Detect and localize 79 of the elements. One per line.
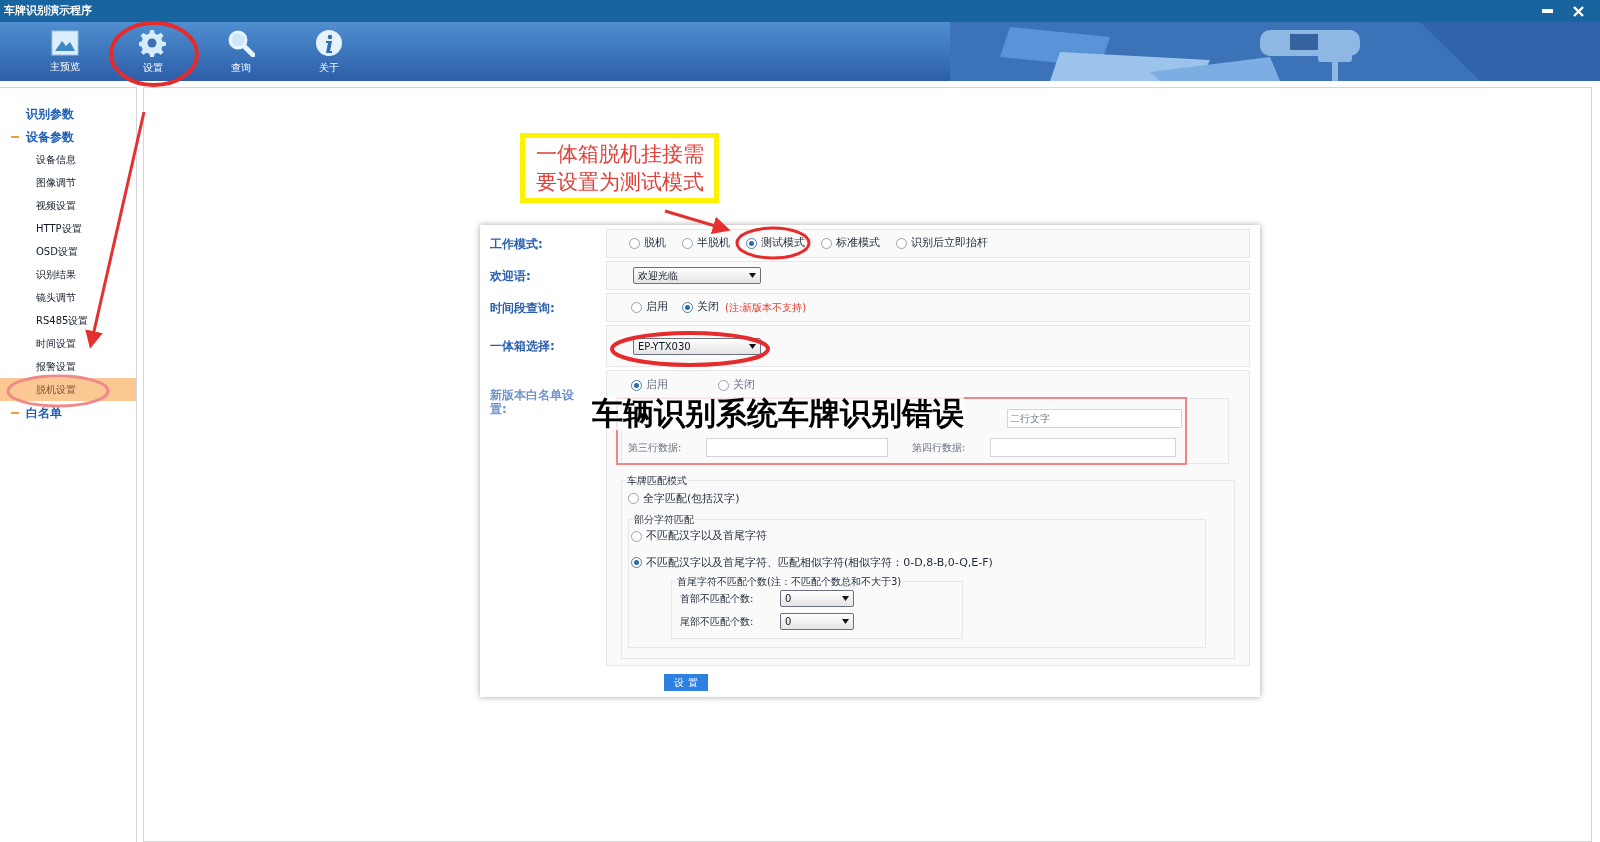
sidebar-item[interactable]: 脱机设置 [36,382,76,397]
submit-button[interactable]: 设 置 [664,674,708,691]
radio-button[interactable] [896,238,907,249]
sidebar-item[interactable]: RS485设置 [36,313,89,328]
sidebar-item[interactable]: 视频设置 [36,198,76,213]
radio-label: 半脱机 [697,235,730,252]
sidebar-item[interactable]: 设备信息 [36,152,76,167]
radio-button[interactable] [629,238,640,249]
close-icon[interactable] [1573,5,1584,17]
radio-button[interactable] [631,557,642,569]
sidebar-item[interactable]: 识别结果 [36,267,76,282]
toolbar-button[interactable]: 主预览 [30,24,100,79]
sidebar-group[interactable]: 白名单 [26,403,62,422]
window-title: 车牌识别演示程序 [4,2,92,19]
caret-icon [842,619,849,624]
sidebar-item[interactable]: 报警设置 [36,359,76,374]
radio-label: 标准模式 [836,235,880,252]
radio-button[interactable] [682,302,693,313]
toolbar-button[interactable]: 设置 [118,24,188,79]
image-icon [51,29,79,56]
group-legend: 部分字符匹配 [633,512,695,527]
radio-label: 不匹配汉字以及首尾字符、匹配相似字符(相似字符：0-D,8-B,0-Q,E-F) [646,554,993,571]
field-label: 第三行数据: [628,440,683,455]
sidebar-item[interactable]: 镜头调节 [36,290,76,305]
field-label: 时间段查询: [490,299,556,317]
dropdown[interactable]: 0 [780,613,854,630]
dropdown[interactable]: EP-YTX030 [633,337,761,355]
field-label: 尾部不匹配个数: [680,615,755,629]
search-icon [227,28,255,57]
sidebar-item[interactable]: HTTP设置 [36,221,82,236]
callout-text: 一体箱脱机挂接需 [535,141,704,168]
sidebar-item[interactable]: OSD设置 [36,244,78,259]
radio-label: 启用 [646,377,668,393]
radio-button[interactable] [682,238,693,249]
sidebar-group[interactable]: 设备参数 [26,127,74,146]
radio-button[interactable] [628,493,639,505]
radio-label: 脱机 [644,235,666,252]
radio-label: 启用 [646,299,668,316]
sidebar-item[interactable]: 图像调节 [36,175,76,190]
group-legend: 车牌匹配模式 [626,472,688,488]
collapse-icon[interactable] [11,411,19,414]
caret-icon [842,596,849,601]
text-field[interactable]: 二行文字 [1007,408,1182,428]
collapse-icon[interactable] [11,135,19,138]
radio-button[interactable] [718,379,729,391]
text-field[interactable] [706,437,888,457]
group-legend: 首尾字符不匹配个数(注：不匹配个数总和不大于3) [676,574,903,589]
radio-label: 测试模式 [761,235,805,252]
field-label: 新版本白名单设置: [490,387,575,418]
toolbar-button[interactable]: 关于 [294,24,364,79]
sidebar-item[interactable]: 时间设置 [36,336,76,351]
settings-icon [139,28,167,57]
radio-label: 全字匹配(包括汉字) [643,490,740,507]
caret-icon [749,343,756,349]
overlay-title: 车辆识别系统车牌识别错误 [592,396,964,430]
toolbar-button[interactable]: 查询 [206,24,276,79]
radio-button[interactable] [821,238,832,249]
dropdown[interactable]: 欢迎光临 [633,267,761,284]
radio-button[interactable] [631,302,642,313]
radio-label: 关闭 [733,377,755,393]
radio-button[interactable] [746,238,757,249]
sidebar-group[interactable]: 识别参数 [26,104,74,123]
radio-label: 识别后立即抬杆 [911,235,988,252]
radio-button[interactable] [631,379,642,391]
field-label: 欢迎语: [490,267,532,285]
annotation-arrow [664,209,731,235]
text-field[interactable] [990,437,1176,457]
field-label: 首部不匹配个数: [680,592,755,606]
radio-label: 关闭 [697,299,719,316]
radio-button[interactable] [631,530,642,542]
callout-text: 要设置为测试模式 [535,169,704,196]
field-label: 第四行数据: [912,440,967,455]
info-icon [315,28,343,57]
field-label: 工作模式: [490,235,544,253]
dropdown[interactable]: 0 [780,590,854,607]
radio-label: 不匹配汉字以及首尾字符 [646,528,767,544]
note-text: (注:新版本不支持) [725,301,807,315]
field-label: 一体箱选择: [490,338,556,355]
caret-icon [749,273,756,278]
